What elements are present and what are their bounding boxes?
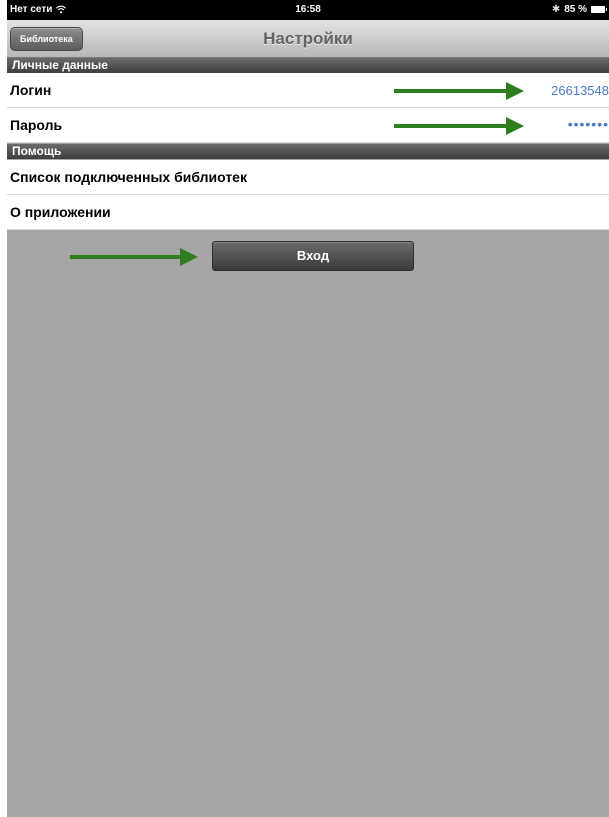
libraries-label: Список подключенных библиотек	[10, 169, 247, 185]
battery-icon	[591, 6, 607, 13]
clock: 16:58	[295, 4, 321, 15]
annotation-arrow-login-button	[70, 248, 198, 266]
about-label: О приложении	[10, 204, 111, 220]
login-label: Логин	[10, 82, 52, 98]
password-value[interactable]: •••••••	[568, 116, 609, 132]
status-bar: Нет сети 16:58 ✱ 85 %	[7, 0, 609, 20]
page-title: Настройки	[263, 29, 353, 48]
libraries-row[interactable]: Список подключенных библиотек	[7, 160, 609, 195]
bluetooth-icon: ✱	[551, 4, 561, 15]
annotation-arrow-password	[394, 117, 524, 135]
navigation-bar: Библиотека Настройки	[7, 20, 609, 58]
login-value[interactable]: 26613548	[551, 83, 609, 98]
section-header-personal: Личные данные	[7, 58, 609, 73]
password-label: Пароль	[10, 117, 63, 133]
app-frame: Нет сети 16:58 ✱ 85 % Библиотека Настрой…	[7, 0, 609, 817]
section-header-help: Помощь	[7, 144, 609, 159]
annotation-arrow-login	[394, 82, 524, 100]
battery-label: 85 %	[564, 4, 587, 15]
about-row[interactable]: О приложении	[7, 195, 609, 230]
login-button[interactable]: Вход	[212, 241, 414, 271]
